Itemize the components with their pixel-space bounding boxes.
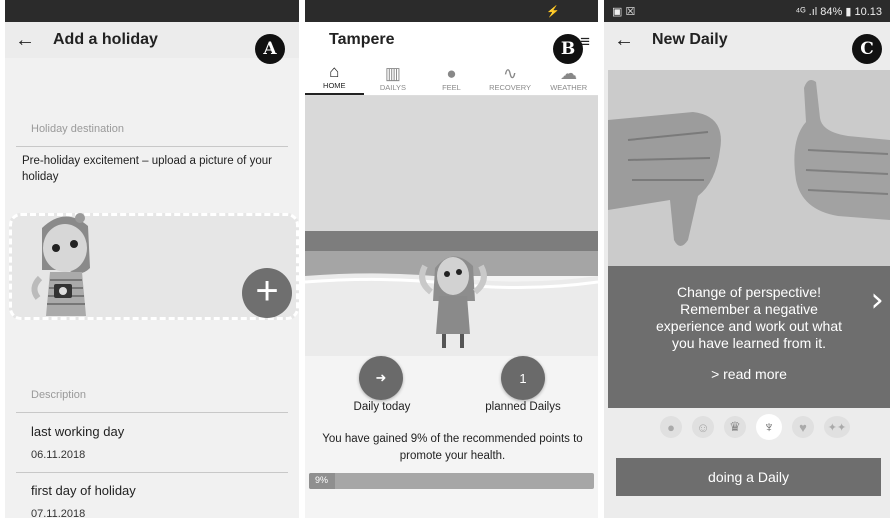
read-more-link[interactable]: > read more — [608, 366, 890, 383]
tab-home[interactable]: ⌂ HOME — [305, 58, 364, 95]
weather-icon: ☁ — [560, 64, 578, 83]
status-right: ⁴ᴳ .ıl 84% ▮ 10.13 — [795, 5, 882, 18]
photo-upload-area[interactable]: + — [9, 213, 299, 320]
description-label: Description — [31, 389, 87, 401]
beach-scene — [305, 96, 598, 356]
daily-today-button[interactable]: ➜ — [359, 356, 403, 400]
tab-bar: ⌂ HOME ▥ DAILYS ● FEEL ∿ RECOVERY ☁ WEAT… — [305, 58, 598, 96]
daily-card[interactable]: Change of perspective! Remember a negati… — [608, 266, 890, 408]
progress-label: 9% — [315, 475, 329, 485]
tab-feel[interactable]: ● FEEL — [422, 58, 481, 95]
progress-bar: 9% — [309, 473, 594, 489]
points-message: You have gained 9% of the recommended po… — [322, 433, 583, 462]
panel-badge: A — [255, 34, 285, 64]
add-photo-button[interactable]: + — [242, 268, 292, 318]
home-icon: ⌂ — [329, 62, 340, 81]
status-bar — [5, 0, 299, 22]
tab-dailys[interactable]: ▥ DAILYS — [364, 58, 423, 95]
thumbs-photo — [608, 70, 890, 266]
daily-today-label: Daily today — [353, 401, 411, 413]
chevron-right-icon[interactable]: › — [870, 280, 884, 320]
panel-home: ⚡ Tampere ≡ B ⌂ HOME ▥ DAILYS ● FEEL ∿ R… — [305, 0, 598, 518]
page-title: Tampere — [329, 31, 395, 48]
list-item[interactable]: first day of holiday 07.11.2018 — [31, 483, 289, 518]
app-bar: ← New Daily — [604, 22, 890, 58]
doing-daily-button[interactable]: doing a Daily — [616, 458, 881, 496]
charging-icon: ⚡ — [546, 5, 560, 18]
panel-new-daily: ▣ ☒ ⁴ᴳ .ıl 84% ▮ 10.13 ← New Daily C Cha… — [604, 0, 890, 518]
group-icon[interactable]: ✦✦ — [824, 416, 850, 438]
back-arrow-icon[interactable]: ← — [614, 29, 634, 52]
crown-icon[interactable]: ♛ — [724, 416, 746, 438]
planned-dailys-label: planned Dailys — [485, 401, 561, 413]
brain-icon[interactable]: ● — [660, 416, 682, 438]
daily-description: Change of perspective! Remember a negati… — [656, 284, 842, 351]
doing-daily-label: doing a Daily — [708, 469, 789, 485]
person-icon[interactable]: ♆ — [756, 414, 782, 440]
tab-label: HOME — [323, 81, 346, 90]
panel-badge: B — [553, 34, 583, 64]
person-icon: ● — [446, 64, 457, 83]
smile-icon[interactable]: ☺ — [692, 416, 714, 438]
entry-title: first day of holiday — [31, 483, 136, 498]
tab-recovery[interactable]: ∿ RECOVERY — [481, 58, 540, 95]
page-title: New Daily — [652, 31, 728, 48]
plus-icon: + — [255, 269, 279, 313]
status-bar: ▣ ☒ ⁴ᴳ .ıl 84% ▮ 10.13 — [604, 0, 890, 22]
map-icon: ▥ — [384, 64, 401, 83]
destination-label: Holiday destination — [31, 123, 124, 135]
panel-badge: C — [852, 34, 882, 64]
tab-label: DAILYS — [379, 83, 406, 92]
category-icons: ● ☺ ♛ ♆ ♥ ✦✦ — [660, 414, 850, 440]
planned-dailys-button[interactable]: 1 — [501, 356, 545, 400]
tab-label: WEATHER — [550, 83, 588, 92]
tab-label: RECOVERY — [489, 83, 532, 92]
character-illustration — [31, 213, 90, 316]
destination-field[interactable]: Pre-holiday excitement – upload a pictur… — [22, 153, 285, 185]
page-title: Add a holiday — [53, 31, 158, 48]
pulse-icon: ∿ — [502, 64, 518, 83]
back-arrow-icon[interactable]: ← — [15, 29, 35, 52]
entry-date: 06.11.2018 — [31, 449, 86, 461]
tab-label: FEEL — [442, 83, 461, 92]
planned-count: 1 — [519, 370, 527, 386]
entry-title: last working day — [31, 424, 125, 439]
arrow-right-icon: ➜ — [375, 370, 387, 385]
list-item[interactable]: last working day 06.11.2018 — [31, 424, 289, 461]
panel-add-holiday: ← Add a holiday A Holiday destination Pr… — [5, 0, 299, 518]
notification-icons: ▣ ☒ — [612, 5, 636, 18]
entry-date: 07.11.2018 — [31, 508, 86, 518]
status-bar: ⚡ — [305, 0, 598, 22]
heart-icon[interactable]: ♥ — [792, 416, 814, 438]
